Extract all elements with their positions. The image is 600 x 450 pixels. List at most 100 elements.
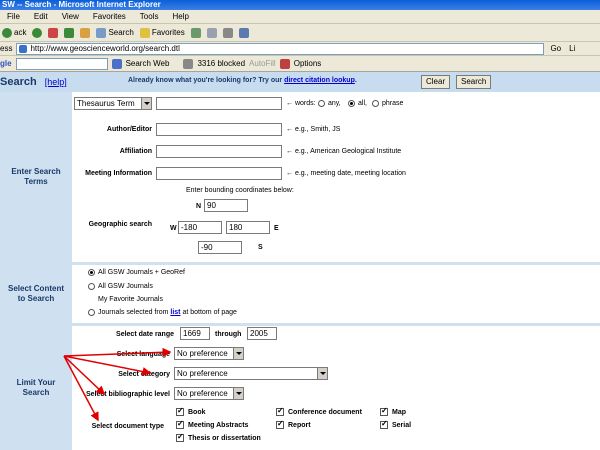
content-opt-selected: Journals selected from list at bottom of… (98, 309, 237, 316)
popups-blocked-button[interactable]: 3316 blocked (197, 59, 245, 68)
check-conference[interactable] (276, 406, 284, 416)
east-label: E (274, 225, 279, 232)
meeting-label: Meeting Information (85, 170, 152, 177)
search-button[interactable]: Search (96, 27, 134, 38)
stop-icon[interactable] (48, 27, 59, 38)
page-title: Search (0, 76, 37, 88)
links-label[interactable]: Li (569, 44, 575, 53)
term-input[interactable] (156, 97, 282, 110)
biblio-level-select[interactable]: No preference (174, 387, 244, 400)
chevron-down-icon (141, 98, 151, 109)
check-serial[interactable] (380, 419, 388, 429)
affiliation-input[interactable] (156, 145, 282, 158)
serial-label: Serial (392, 422, 412, 429)
check-thesis[interactable] (176, 432, 184, 442)
address-field[interactable]: http://www.geoscienceworld.org/search.dt… (16, 42, 545, 55)
citation-hint: Already know what you're looking for? Tr… (128, 77, 357, 84)
chevron-down-icon (233, 388, 243, 399)
history-icon[interactable] (190, 27, 201, 38)
term-type-select[interactable]: Thesaurus Term (74, 97, 152, 110)
chevron-down-icon (317, 368, 327, 379)
radio-phrase[interactable] (372, 100, 379, 107)
search-web-button[interactable]: Search Web (126, 59, 170, 68)
ie-page-icon (19, 44, 28, 53)
forward-icon[interactable] (32, 27, 43, 38)
edit-icon[interactable] (238, 27, 249, 38)
words-label: ← words: (286, 100, 316, 107)
menu-tools[interactable]: Tools (140, 12, 159, 21)
author-input[interactable] (156, 123, 282, 136)
category-label: Select category (118, 371, 170, 378)
language-label: Select language (116, 351, 170, 358)
date-range-label: Select date range (116, 331, 174, 338)
check-book[interactable] (176, 406, 184, 416)
autofill-button[interactable]: AutoFill (249, 59, 276, 68)
options-button[interactable]: Options (294, 59, 322, 68)
go-button[interactable]: Go (550, 44, 561, 53)
meeting-input[interactable] (156, 167, 282, 180)
search-button-top[interactable]: Search (456, 75, 492, 89)
west-label: W (170, 225, 177, 232)
menu-view[interactable]: View (62, 12, 79, 21)
refresh-icon[interactable] (64, 27, 75, 38)
conference-label: Conference document (288, 409, 362, 416)
meeting-abstracts-label: Meeting Abstracts (188, 422, 249, 429)
menu-bar: File Edit View Favorites Tools Help (0, 10, 600, 24)
north-input[interactable]: 90 (204, 199, 248, 212)
menu-file[interactable]: File (7, 12, 20, 21)
radio-selected-journals[interactable] (88, 309, 95, 316)
address-url: http://www.geoscienceworld.org/search.dt… (30, 44, 180, 53)
geo-search-label: Geographic search (88, 221, 152, 228)
search-header: Search [help] Already know what you're l… (0, 72, 600, 92)
clear-button[interactable]: Clear (421, 75, 451, 89)
section-divider-2 (0, 323, 600, 326)
mail-icon[interactable] (206, 27, 217, 38)
check-meeting-abstracts[interactable] (176, 419, 184, 429)
google-toolbar: gle Search Web 3316 blocked AutoFill Opt… (0, 56, 600, 72)
help-link[interactable]: [help] (45, 77, 67, 87)
thesis-label: Thesis or dissertation (188, 435, 261, 442)
print-icon[interactable] (222, 27, 233, 38)
check-map[interactable] (380, 406, 388, 416)
south-input[interactable]: -90 (198, 241, 242, 254)
check-report[interactable] (276, 419, 284, 429)
radio-all-gsw-georef[interactable] (88, 269, 95, 276)
journal-list-link[interactable]: list (170, 309, 180, 316)
doc-type-label: Select document type (91, 423, 164, 430)
content-opt-all-georef: All GSW Journals + GeoRef (98, 269, 185, 276)
radio-all-gsw[interactable] (88, 283, 95, 290)
date-from-input[interactable]: 1669 (180, 327, 210, 340)
star-icon (139, 27, 150, 38)
menu-help[interactable]: Help (172, 12, 188, 21)
window-title: SW -- Search - Microsoft Internet Explor… (0, 0, 600, 10)
date-to-input[interactable]: 2005 (247, 327, 277, 340)
affiliation-label: Affiliation (119, 148, 152, 155)
author-label: Author/Editor (106, 126, 152, 133)
west-input[interactable]: -180 (178, 221, 222, 234)
language-select[interactable]: No preference (174, 347, 244, 360)
back-button[interactable]: ack (2, 27, 26, 38)
menu-favorites[interactable]: Favorites (93, 12, 126, 21)
favorites-button[interactable]: Favorites (139, 27, 185, 38)
search-icon (96, 27, 107, 38)
home-icon[interactable] (80, 27, 91, 38)
through-label: through (215, 331, 242, 338)
citation-lookup-link[interactable]: direct citation lookup (284, 77, 355, 84)
radio-any[interactable] (318, 100, 325, 107)
menu-edit[interactable]: Edit (34, 12, 48, 21)
south-label: S (258, 244, 263, 251)
content-opt-favorites: My Favorite Journals (98, 296, 163, 303)
google-search-icon (111, 58, 122, 69)
section-enter-terms: Enter Search Terms (0, 92, 72, 262)
address-bar: ess http://www.geoscienceworld.org/searc… (0, 42, 600, 56)
google-search-input[interactable] (15, 57, 108, 70)
section-select-content: Select Content to Search (0, 265, 72, 323)
content-opt-all-gsw: All GSW Journals (98, 283, 153, 290)
address-label: ess (0, 44, 13, 53)
category-select[interactable]: No preference (174, 367, 328, 380)
chevron-down-icon (233, 348, 243, 359)
east-input[interactable]: 180 (226, 221, 270, 234)
report-label: Report (288, 422, 311, 429)
meeting-hint: ← e.g., meeting date, meeting location (286, 170, 406, 177)
radio-all[interactable] (348, 100, 355, 107)
